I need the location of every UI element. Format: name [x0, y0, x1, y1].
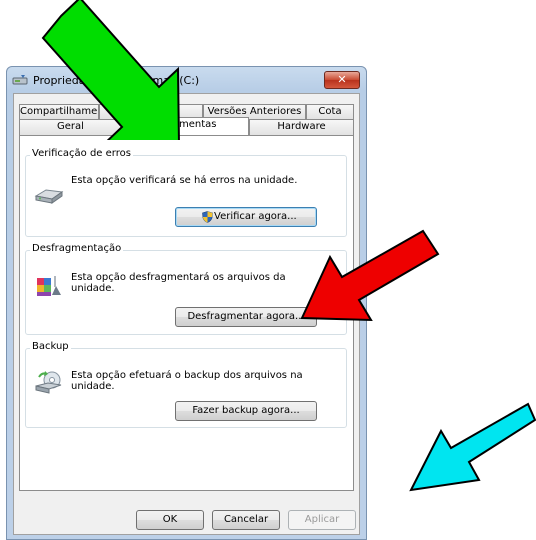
group-label: Desfragmentação	[30, 243, 124, 254]
drive-icon	[34, 189, 64, 204]
close-button[interactable]: ✕	[324, 71, 360, 89]
backup-icon	[35, 371, 62, 394]
group-description: Esta opção desfragmentará os arquivos da…	[71, 272, 286, 294]
title-bar[interactable]: Propriedades do Sistemas (C:) ✕	[7, 67, 366, 93]
button-label: Verificar agora...	[214, 211, 297, 222]
group-description: Esta opção verificará se há erros na uni…	[71, 175, 298, 186]
error-check-group: Verificação de erros Esta opção verifica…	[25, 148, 347, 237]
backup-now-button[interactable]: Fazer backup agora...	[175, 401, 317, 421]
ok-button[interactable]: OK	[136, 510, 204, 530]
tab-compartilhamento[interactable]: Compartilhamento	[19, 104, 99, 119]
cancel-button[interactable]: Cancelar	[212, 510, 280, 530]
defrag-group: Desfragmentação Esta opção desfragmentar…	[25, 243, 347, 335]
tab-geral[interactable]: Geral	[19, 119, 122, 135]
defrag-icon	[37, 276, 61, 296]
window-title: Propriedades do Sistemas (C:)	[33, 74, 200, 87]
tab-cota[interactable]: Cota	[306, 104, 354, 119]
defrag-now-button[interactable]: Desfragmentar agora...	[175, 307, 317, 327]
dialog-client: Compartilhamento Segurança Versões Anter…	[13, 93, 360, 535]
apply-button[interactable]: Aplicar	[288, 510, 356, 530]
drive-properties-icon	[12, 75, 28, 85]
tab-ferramentas[interactable]: Ferramentas	[121, 117, 249, 135]
properties-window: Propriedades do Sistemas (C:) ✕ Comparti…	[6, 66, 367, 540]
group-label: Backup	[30, 341, 71, 352]
cyan-arrow	[409, 402, 536, 492]
shield-icon	[202, 211, 213, 223]
group-label: Verificação de erros	[30, 148, 133, 159]
check-now-button[interactable]: Verificar agora...	[175, 207, 317, 227]
tools-panel: Verificação de erros Esta opção verifica…	[19, 135, 354, 491]
backup-group: Backup Esta opção efetuará o backup dos …	[25, 341, 347, 428]
group-description: Esta opção efetuará o backup dos arquivo…	[71, 370, 303, 392]
tab-hardware[interactable]: Hardware	[249, 119, 354, 135]
